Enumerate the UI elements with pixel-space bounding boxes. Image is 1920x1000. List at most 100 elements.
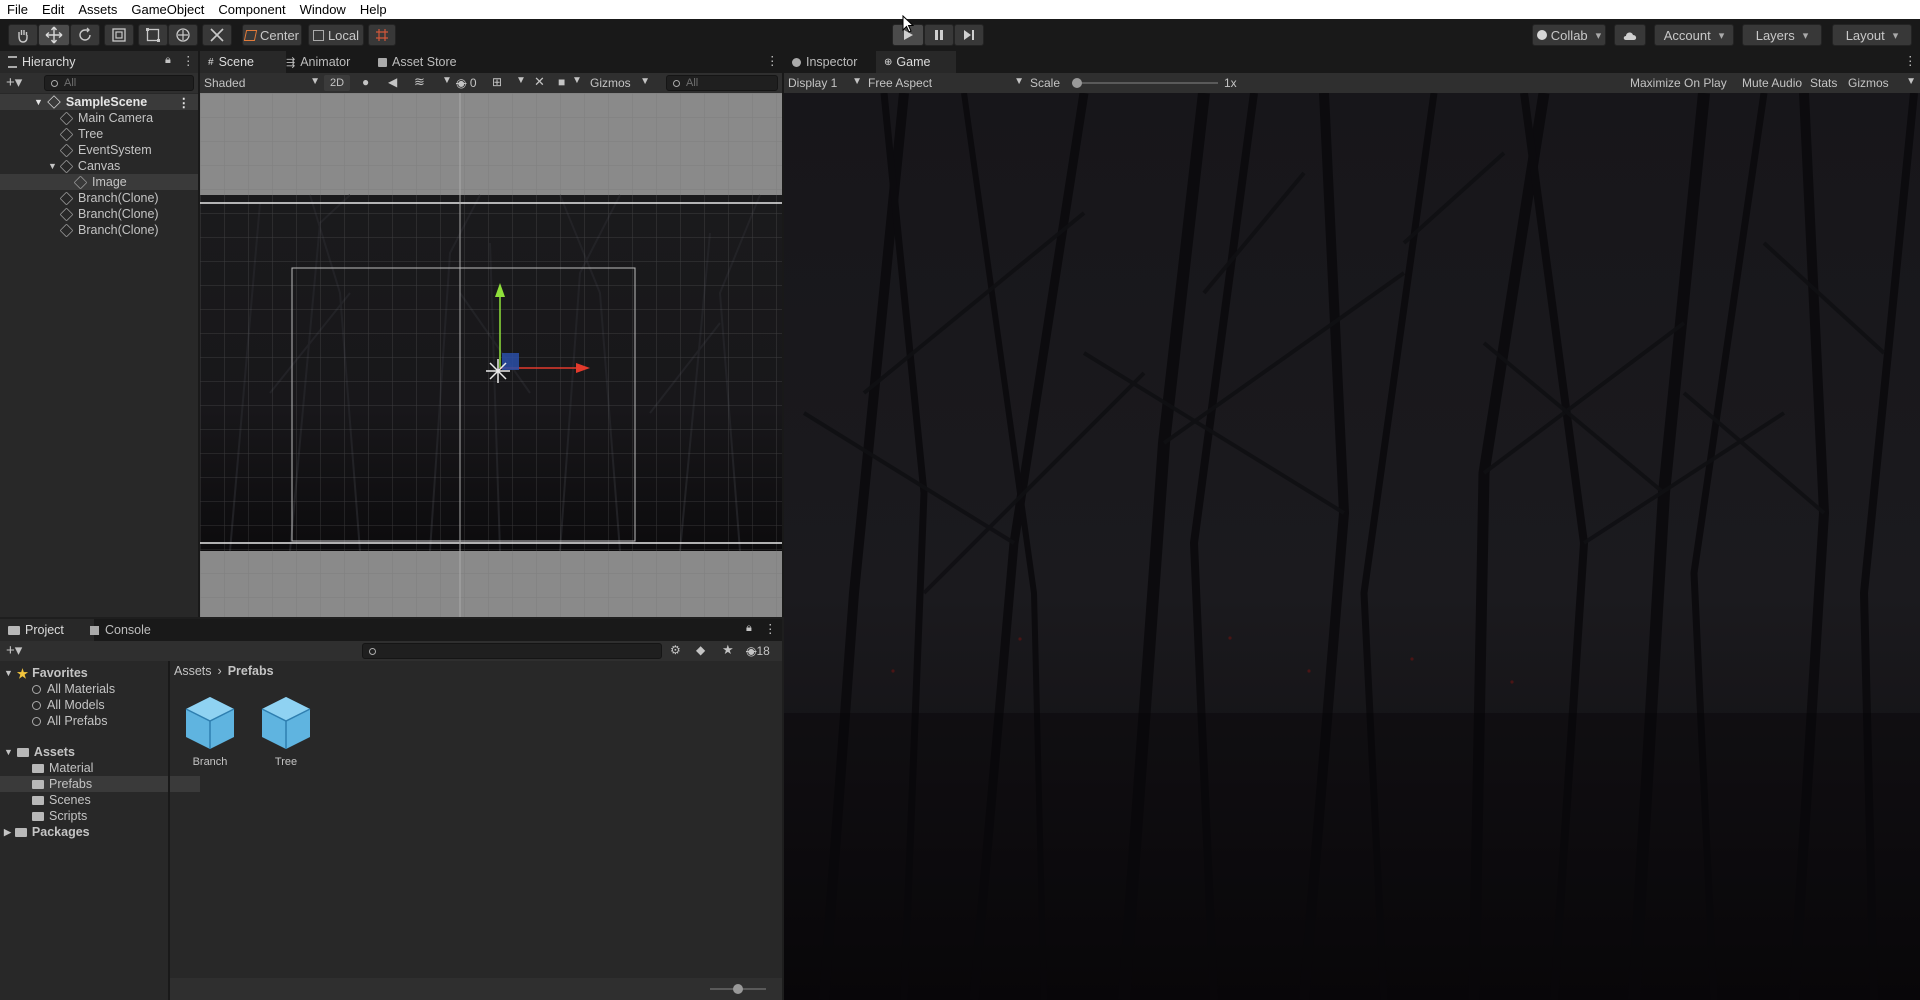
- grid-icon[interactable]: ⊞: [492, 75, 502, 89]
- step-button[interactable]: [954, 24, 984, 46]
- transform-tool-button[interactable]: [168, 24, 198, 46]
- grid-snap-button[interactable]: [368, 24, 396, 46]
- tab-game[interactable]: ⊕ Game: [876, 51, 956, 73]
- scene-canvas[interactable]: [200, 93, 782, 617]
- hierarchy-search-input[interactable]: All: [44, 75, 194, 91]
- packages-header[interactable]: ▶ Packages: [4, 824, 90, 840]
- breadcrumb-current[interactable]: Prefabs: [228, 664, 274, 678]
- menu-help[interactable]: Help: [353, 2, 394, 17]
- layers-dropdown[interactable]: Layers: [1742, 24, 1822, 46]
- game-viewport[interactable]: [784, 93, 1920, 1000]
- tab-console[interactable]: Console: [82, 619, 182, 641]
- dropdown-arrow-icon[interactable]: ▼: [442, 75, 452, 86]
- lighting-bulb-icon[interactable]: ●: [362, 75, 369, 89]
- assets-header[interactable]: ▼ Assets: [4, 744, 75, 760]
- scene-search-input[interactable]: All: [666, 75, 778, 91]
- tab-project[interactable]: Project: [0, 619, 94, 641]
- hidden-packages-toggle[interactable]: ◉18: [746, 644, 770, 658]
- asset-folder[interactable]: Material: [32, 760, 93, 776]
- tools-icon[interactable]: ✕: [534, 74, 545, 90]
- rotate-tool-button[interactable]: [70, 24, 100, 46]
- scene-gizmos-dropdown[interactable]: Gizmos ▼: [590, 76, 650, 90]
- expand-arrow-icon[interactable]: ▼: [4, 668, 13, 678]
- layout-dropdown[interactable]: Layout: [1832, 24, 1912, 46]
- pivot-center-toggle[interactable]: Center: [242, 24, 302, 46]
- hierarchy-item[interactable]: ▼ Canvas: [48, 158, 120, 174]
- collab-dropdown[interactable]: Collab: [1532, 24, 1606, 46]
- scale-tool-button[interactable]: [104, 24, 134, 46]
- filter-by-type-icon[interactable]: ⚙: [670, 643, 681, 657]
- filter-by-label-icon[interactable]: ◆: [696, 643, 705, 657]
- stats-toggle[interactable]: Stats: [1810, 76, 1837, 90]
- move-tool-button[interactable]: [38, 24, 70, 46]
- expand-arrow-icon[interactable]: ▼: [48, 161, 57, 171]
- scene-viewport[interactable]: [200, 93, 782, 617]
- hierarchy-item[interactable]: Branch(Clone): [59, 206, 159, 222]
- favorites-header[interactable]: ▼ ★ Favorites: [4, 665, 88, 681]
- hand-tool-button[interactable]: [8, 24, 38, 46]
- effects-icon[interactable]: ≋: [414, 74, 425, 90]
- collab-check-icon: [1536, 30, 1547, 40]
- tab-asset-store[interactable]: Asset Store: [370, 51, 486, 73]
- lock-icon[interactable]: 🔒︎: [746, 622, 752, 635]
- project-search-input[interactable]: [362, 643, 662, 659]
- hierarchy-item[interactable]: Main Camera: [59, 110, 153, 126]
- scene-root-row[interactable]: ▼ SampleScene ⋮: [0, 94, 198, 110]
- menu-window[interactable]: Window: [293, 2, 353, 17]
- hierarchy-item[interactable]: EventSystem: [59, 142, 152, 158]
- camera-icon[interactable]: ■: [558, 75, 565, 89]
- lock-icon[interactable]: 🔒︎: [165, 54, 171, 67]
- favorite-item[interactable]: All Models: [32, 697, 105, 713]
- menu-edit[interactable]: Edit: [35, 2, 71, 17]
- create-asset-button[interactable]: +▾: [6, 641, 22, 659]
- menu-assets[interactable]: Assets: [71, 2, 124, 17]
- shading-mode-dropdown[interactable]: Shaded ▼: [204, 76, 320, 90]
- tab-scene[interactable]: # Scene: [200, 51, 286, 73]
- hierarchy-item[interactable]: Branch(Clone): [59, 190, 159, 206]
- hierarchy-item[interactable]: Tree: [59, 126, 103, 142]
- pivot-local-toggle[interactable]: Local: [308, 24, 364, 46]
- kebab-menu-icon[interactable]: ⋮: [766, 53, 779, 68]
- cloud-button[interactable]: [1614, 24, 1646, 46]
- display-dropdown[interactable]: Display 1 ▼: [788, 76, 862, 90]
- asset-folder[interactable]: Scripts: [32, 808, 87, 824]
- aspect-dropdown[interactable]: Free Aspect ▼: [868, 76, 1024, 90]
- kebab-menu-icon[interactable]: ⋮: [764, 621, 777, 636]
- dropdown-arrow-icon[interactable]: ▼: [516, 75, 526, 86]
- tab-inspector[interactable]: Inspector: [784, 51, 888, 73]
- collapse-arrow-icon[interactable]: ▶: [4, 827, 11, 838]
- expand-arrow-icon[interactable]: ▼: [34, 97, 43, 107]
- custom-tool-button[interactable]: [202, 24, 232, 46]
- scale-slider-thumb[interactable]: [1072, 78, 1082, 88]
- menu-gameobject[interactable]: GameObject: [124, 2, 211, 17]
- breadcrumb-root[interactable]: Assets: [174, 664, 212, 678]
- game-gizmos-dropdown[interactable]: Gizmos ▼: [1848, 76, 1916, 90]
- mute-audio-toggle[interactable]: Mute Audio: [1742, 76, 1802, 90]
- kebab-menu-icon[interactable]: ⋮: [1904, 53, 1917, 68]
- asset-tile[interactable]: Branch: [182, 693, 238, 768]
- menu-component[interactable]: Component: [211, 2, 292, 17]
- pause-button[interactable]: [924, 24, 954, 46]
- account-dropdown[interactable]: Account: [1654, 24, 1734, 46]
- icon-size-slider-thumb[interactable]: [733, 984, 743, 994]
- menu-file[interactable]: File: [0, 2, 35, 17]
- asset-tile[interactable]: Tree: [258, 693, 314, 768]
- maximize-on-play-toggle[interactable]: Maximize On Play: [1630, 76, 1727, 90]
- favorite-item[interactable]: All Prefabs: [32, 713, 107, 729]
- expand-arrow-icon[interactable]: ▼: [4, 747, 13, 757]
- hierarchy-item[interactable]: Branch(Clone): [59, 222, 159, 238]
- dropdown-arrow-icon[interactable]: ▼: [572, 75, 582, 86]
- tab-animator[interactable]: ⇶ Animator: [278, 51, 378, 73]
- icon-size-slider[interactable]: [710, 984, 766, 994]
- scene-menu-icon[interactable]: ⋮: [178, 95, 191, 110]
- audio-speaker-icon[interactable]: ◀: [388, 75, 397, 89]
- kebab-menu-icon[interactable]: ⋮: [182, 53, 195, 68]
- scale-slider[interactable]: [1072, 78, 1218, 88]
- toggle-2d-button[interactable]: 2D: [324, 75, 350, 91]
- hidden-objects-toggle[interactable]: ◉ 0: [456, 76, 477, 90]
- asset-folder[interactable]: Scenes: [32, 792, 91, 808]
- rect-tool-button[interactable]: [138, 24, 168, 46]
- favorite-item[interactable]: All Materials: [32, 681, 115, 697]
- favorite-star-icon[interactable]: ★: [722, 642, 734, 658]
- add-object-button[interactable]: +▾: [6, 73, 22, 91]
